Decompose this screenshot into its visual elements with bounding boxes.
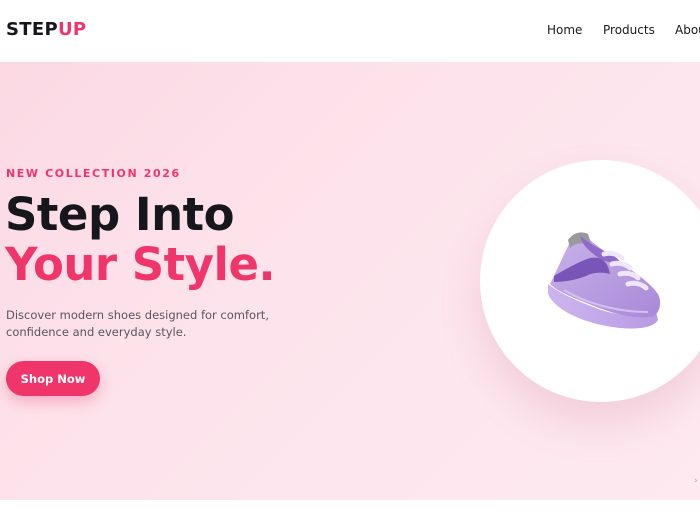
hero-description: Discover modern shoes designed for comfo… — [6, 308, 269, 339]
scroll-indicator-icon: › — [694, 476, 698, 486]
nav-links: Home Products Abou — [0, 23, 700, 43]
nav-link-about[interactable]: Abou — [675, 23, 700, 37]
hero-headline-line1: Step Into — [5, 188, 235, 241]
page-bottom-strip — [0, 500, 700, 525]
hero-section: NEW COLLECTION 2026 Step Into Your Style… — [0, 62, 700, 500]
sneaker-icon — [548, 232, 661, 329]
nav-link-home[interactable]: Home — [547, 23, 582, 37]
nav-link-products[interactable]: Products — [603, 23, 655, 37]
hero-headline-line2: Your Style. — [5, 238, 276, 291]
hero-eyebrow: NEW COLLECTION 2026 — [6, 167, 181, 180]
hero-headline: Step Into Your Style. — [5, 188, 276, 291]
shop-now-button[interactable]: Shop Now — [6, 361, 100, 396]
navbar: STEPUP Home Products Abou — [0, 0, 700, 62]
